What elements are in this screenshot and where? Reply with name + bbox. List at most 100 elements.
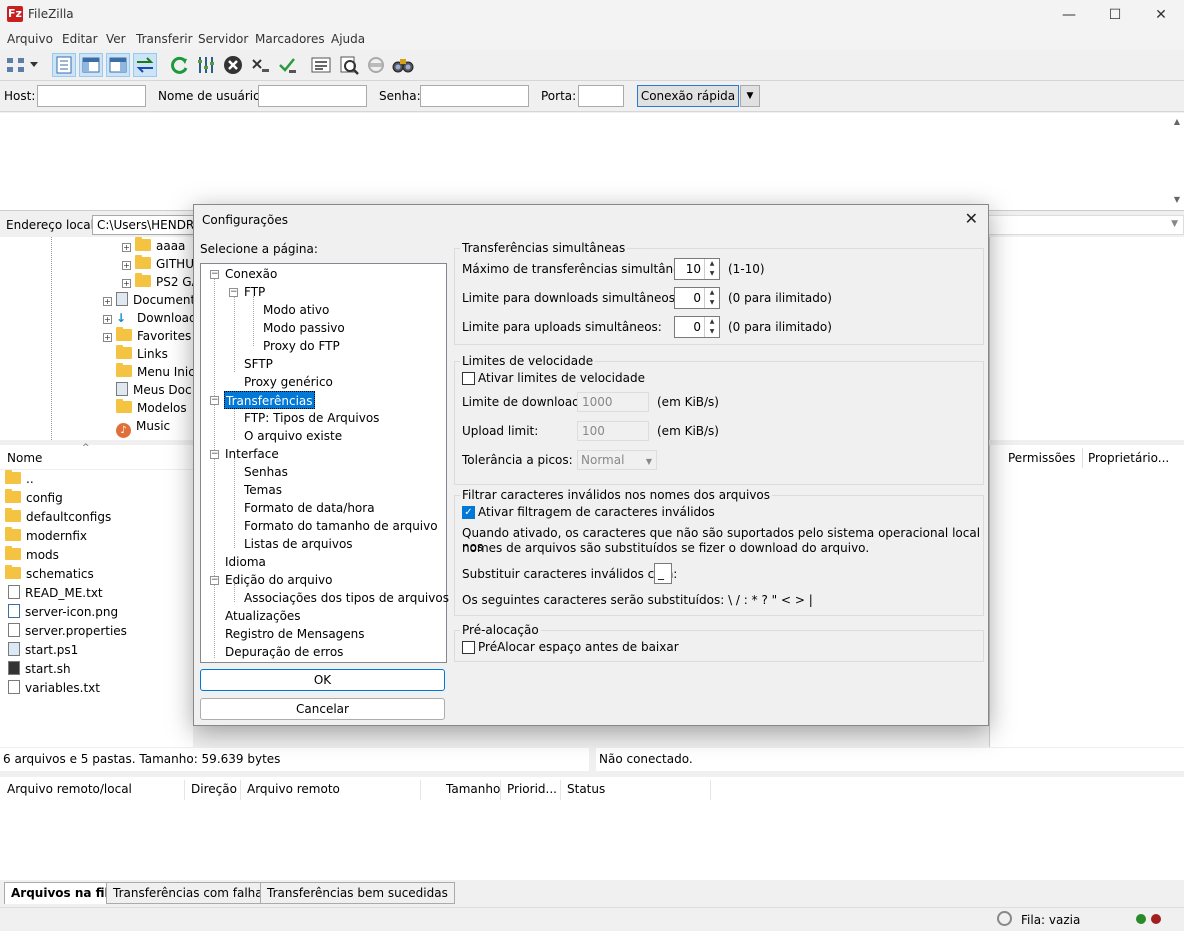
table-row[interactable]: variables.txt bbox=[8, 679, 100, 697]
menu-ajuda[interactable]: Ajuda bbox=[331, 32, 365, 46]
menu-servidor[interactable]: Servidor bbox=[198, 32, 248, 46]
dialog-close-button[interactable]: ✕ bbox=[965, 209, 978, 228]
compare-directories-icon[interactable] bbox=[337, 53, 361, 77]
cancel-button[interactable]: Cancelar bbox=[200, 698, 445, 720]
host-input[interactable] bbox=[37, 85, 146, 107]
table-row[interactable]: defaultconfigs bbox=[5, 508, 111, 526]
replace-char-input[interactable]: _ bbox=[654, 563, 672, 584]
password-input[interactable] bbox=[420, 85, 529, 107]
minimize-button[interactable]: — bbox=[1046, 0, 1092, 30]
tree-node-associacoes[interactable]: Associações dos tipos de arquivos bbox=[244, 589, 449, 607]
scroll-up-icon[interactable]: ▲ bbox=[1174, 117, 1180, 126]
local-address-input[interactable]: C:\Users\HENDRIX bbox=[92, 215, 202, 235]
column-header-permissions[interactable]: Permissões bbox=[1008, 447, 1075, 469]
list-item[interactable]: + Document bbox=[103, 291, 195, 309]
tree-node-senhas[interactable]: Senhas bbox=[244, 463, 288, 481]
upload-speed-input[interactable]: 100 bbox=[577, 421, 649, 441]
list-item[interactable]: Links bbox=[116, 345, 168, 363]
table-row[interactable]: schematics bbox=[5, 565, 94, 583]
disconnect-icon[interactable] bbox=[248, 53, 272, 77]
tree-node-listas-arquivos[interactable]: Listas de arquivos bbox=[244, 535, 353, 553]
sync-browsing-icon[interactable] bbox=[364, 53, 388, 77]
tab-failed-transfers[interactable]: Transferências com falha bbox=[106, 882, 270, 904]
tree-node-edicao[interactable]: Edição do arquivo bbox=[225, 571, 333, 589]
tree-node-proxy-generico[interactable]: Proxy genérico bbox=[244, 373, 333, 391]
list-item[interactable]: ♪ Music bbox=[116, 417, 170, 438]
close-window-button[interactable]: ✕ bbox=[1138, 0, 1184, 30]
toggle-queue-icon[interactable] bbox=[133, 53, 157, 77]
table-row[interactable]: start.ps1 bbox=[8, 641, 78, 659]
download-limit-spinner[interactable]: 0 ▲ ▼ bbox=[674, 287, 720, 309]
column-header-priority[interactable]: Priorid... bbox=[507, 778, 557, 800]
refresh-icon[interactable] bbox=[167, 53, 191, 77]
column-header-name[interactable]: Nome bbox=[7, 447, 42, 469]
prealloc-checkbox[interactable] bbox=[462, 641, 475, 654]
tree-node-formato-data[interactable]: Formato de data/hora bbox=[244, 499, 375, 517]
list-item[interactable]: Meus Doc bbox=[116, 381, 192, 399]
column-header-local-file[interactable]: Arquivo remoto/local bbox=[7, 778, 132, 800]
column-header-remote-file[interactable]: Arquivo remoto bbox=[247, 778, 340, 800]
tree-node-idioma[interactable]: Idioma bbox=[225, 553, 266, 571]
search-remote-files-icon[interactable] bbox=[391, 53, 415, 77]
ok-button[interactable]: OK bbox=[200, 669, 445, 691]
table-row[interactable]: config bbox=[5, 489, 63, 507]
toggle-log-icon[interactable] bbox=[52, 53, 76, 77]
toggle-local-tree-icon[interactable] bbox=[79, 53, 103, 77]
table-row[interactable]: mods bbox=[5, 546, 59, 564]
quickconnect-button[interactable]: Conexão rápida bbox=[637, 85, 739, 107]
list-item[interactable]: + Favorites bbox=[103, 327, 191, 345]
list-item[interactable]: + PS2 GA bbox=[122, 273, 200, 291]
tree-node-registro[interactable]: Registro de Mensagens bbox=[225, 625, 365, 643]
column-header-status[interactable]: Status bbox=[567, 778, 605, 800]
tree-node-sftp[interactable]: SFTP bbox=[244, 355, 273, 373]
upload-limit-spinner[interactable]: 0 ▲ ▼ bbox=[674, 316, 720, 338]
toggle-remote-tree-icon[interactable] bbox=[106, 53, 130, 77]
maximize-button[interactable]: ☐ bbox=[1092, 0, 1138, 30]
column-header-owner[interactable]: Proprietário... bbox=[1088, 447, 1169, 469]
menu-editar[interactable]: Editar bbox=[62, 32, 98, 46]
tree-node-modo-passivo[interactable]: Modo passivo bbox=[263, 319, 345, 337]
max-transfers-spinner[interactable]: 10 ▲ ▼ bbox=[674, 258, 720, 280]
tree-node-ftp[interactable]: FTP bbox=[244, 283, 265, 301]
cancel-operation-icon[interactable] bbox=[221, 53, 245, 77]
collapse-icon[interactable]: − bbox=[210, 576, 219, 585]
tree-node-atualizacoes[interactable]: Atualizações bbox=[225, 607, 301, 625]
tree-node-transferencias[interactable]: Transferências bbox=[224, 391, 315, 409]
quickconnect-dropdown-button[interactable]: ▼ bbox=[740, 85, 760, 107]
collapse-icon[interactable]: − bbox=[210, 270, 219, 279]
process-queue-icon[interactable] bbox=[194, 53, 218, 77]
list-item[interactable]: + GITHU bbox=[122, 255, 194, 273]
table-row[interactable]: server-icon.png bbox=[8, 603, 118, 621]
download-speed-input[interactable]: 1000 bbox=[577, 392, 649, 412]
username-input[interactable] bbox=[258, 85, 367, 107]
site-manager-dropdown-icon[interactable] bbox=[28, 53, 40, 77]
list-item[interactable]: + ↓ Download bbox=[103, 309, 197, 327]
menu-marcadores[interactable]: Marcadores bbox=[255, 32, 325, 46]
collapse-icon[interactable]: − bbox=[210, 450, 219, 459]
tree-node-arquivo-existe[interactable]: O arquivo existe bbox=[244, 427, 342, 445]
table-row[interactable]: modernfix bbox=[5, 527, 87, 545]
tree-node-conexao[interactable]: Conexão bbox=[225, 265, 277, 283]
tree-node-modo-ativo[interactable]: Modo ativo bbox=[263, 301, 329, 319]
tree-node-ftp-tipos[interactable]: FTP: Tipos de Arquivos bbox=[244, 409, 379, 427]
scroll-down-icon[interactable]: ▼ bbox=[1174, 195, 1180, 204]
column-header-size[interactable]: Tamanho bbox=[446, 778, 500, 800]
tree-node-temas[interactable]: Temas bbox=[244, 481, 282, 499]
tree-node-formato-tamanho[interactable]: Formato do tamanho de arquivo bbox=[244, 517, 438, 535]
list-item[interactable]: + aaaa bbox=[122, 237, 185, 255]
table-row[interactable]: .. bbox=[5, 470, 34, 488]
tree-node-proxy-ftp[interactable]: Proxy do FTP bbox=[263, 337, 340, 355]
reconnect-icon[interactable] bbox=[275, 53, 299, 77]
tree-node-depuracao[interactable]: Depuração de erros bbox=[225, 643, 343, 661]
column-header-direction[interactable]: Direção bbox=[191, 778, 237, 800]
directory-listing-filter-icon[interactable] bbox=[309, 53, 333, 77]
collapse-icon[interactable]: − bbox=[229, 288, 238, 297]
port-input[interactable] bbox=[578, 85, 624, 107]
burst-tolerance-select[interactable]: Normal ▼ bbox=[577, 450, 657, 470]
list-item[interactable]: Modelos bbox=[116, 399, 187, 417]
remote-address-input[interactable]: ▼ bbox=[988, 215, 1184, 235]
list-item[interactable]: Menu Inic bbox=[116, 363, 195, 381]
collapse-icon[interactable]: − bbox=[210, 396, 219, 405]
tree-node-interface[interactable]: Interface bbox=[225, 445, 279, 463]
menu-arquivo[interactable]: Arquivo bbox=[7, 32, 53, 46]
